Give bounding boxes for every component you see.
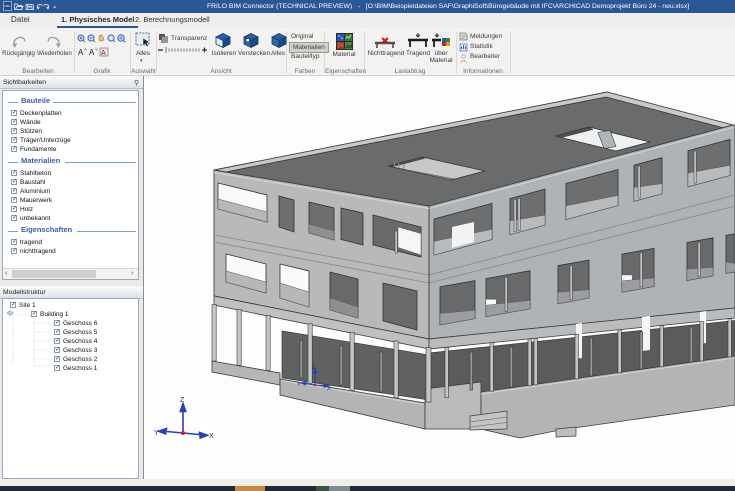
svg-text:A: A: [101, 50, 106, 57]
svg-text:˄: ˄: [84, 47, 87, 53]
svg-text:X: X: [327, 386, 331, 392]
svg-text:Y: Y: [297, 382, 301, 388]
svg-text:X: X: [209, 433, 214, 440]
svg-text:Z: Z: [180, 397, 185, 404]
svg-text:˅: ˅: [95, 47, 98, 53]
svg-text:Y: Y: [154, 430, 159, 437]
